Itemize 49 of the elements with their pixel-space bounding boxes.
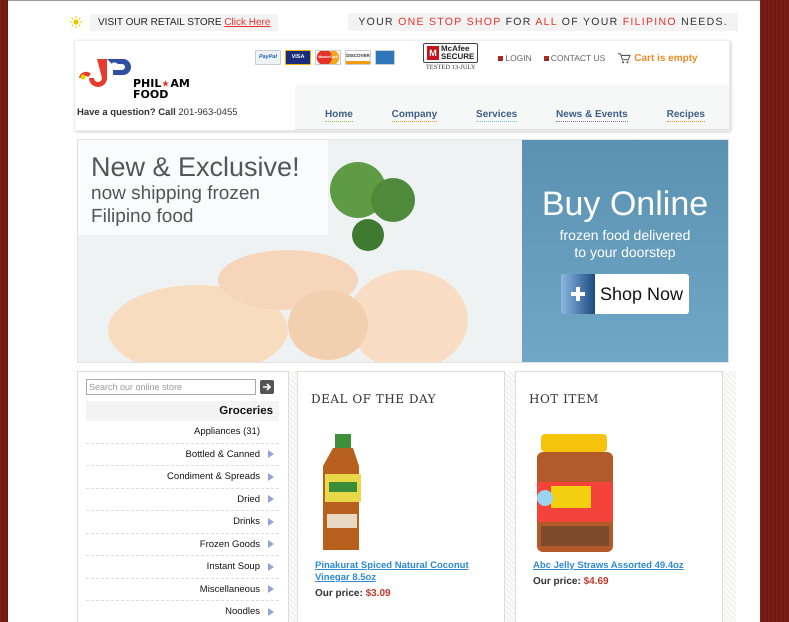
nav-link[interactable]: Services xyxy=(476,109,518,122)
nav-link[interactable]: News & Events xyxy=(556,109,628,122)
promo-text: frozen food delivered to your doorstep xyxy=(558,227,692,261)
panel-title: DEAL OF THE DAY xyxy=(311,392,438,406)
promo-title: Buy Online xyxy=(540,185,710,223)
sun-icon xyxy=(70,16,82,28)
plus-icon xyxy=(570,287,585,301)
triangle-icon xyxy=(268,562,274,571)
category-item[interactable]: Frozen Goods xyxy=(86,534,279,556)
amex-card-icon xyxy=(375,50,395,65)
phone-question: Have a question? Call 201-963-0455 xyxy=(77,107,239,118)
triangle-icon xyxy=(268,608,274,616)
banner-headline: New & Exclusive! xyxy=(91,152,301,182)
category-item[interactable]: Noodles xyxy=(86,601,279,622)
logo-text: PHIL AM FOOD xyxy=(133,78,190,100)
header-link[interactable]: CONTACT US xyxy=(544,53,606,63)
star-icon xyxy=(162,80,170,87)
triangle-icon xyxy=(268,450,274,458)
header-link[interactable]: LOGIN xyxy=(498,53,532,63)
arrow-icon xyxy=(262,382,272,392)
triangle-icon xyxy=(268,540,274,548)
product-price: Our price: $4.69 xyxy=(533,576,610,587)
category-item[interactable]: Instant Soup xyxy=(86,556,279,578)
category-item[interactable]: Dried xyxy=(86,488,279,511)
category-item[interactable]: Miscellaneous xyxy=(86,578,279,601)
banner-subline: now shipping frozen Filipino food xyxy=(91,182,261,228)
product-price: Our price: $3.09 xyxy=(315,588,392,599)
category-item[interactable]: Drinks xyxy=(86,511,279,534)
nav-link[interactable]: Home xyxy=(325,109,353,122)
search-submit-button[interactable] xyxy=(260,380,274,394)
category-item[interactable]: Appliances (31) xyxy=(86,421,279,444)
category-heading: Groceries xyxy=(86,401,279,421)
product-link[interactable]: Pinakurat Spiced Natural Coconut Vinegar 8.5oz xyxy=(315,560,494,584)
nav-link[interactable]: Company xyxy=(392,109,438,122)
triangle-icon xyxy=(268,495,274,504)
nav-link[interactable]: Recipes xyxy=(666,109,705,122)
cart-icon[interactable] xyxy=(617,52,632,64)
shop-now-button[interactable]: Shop Now xyxy=(560,274,690,314)
panel-title: HOT ITEM xyxy=(529,392,600,406)
click-here-link[interactable]: Click Here xyxy=(224,16,270,28)
triangle-icon xyxy=(268,518,274,526)
search-field[interactable]: Search our online store xyxy=(86,379,256,395)
triangle-icon xyxy=(268,472,274,481)
product-link[interactable]: Abc Jelly Straws Assorted 49.4oz xyxy=(533,560,712,572)
category-item[interactable]: Condiment & Spreads xyxy=(86,466,279,488)
tagline: YOUR ONE STOP SHOP FOR ALL OF YOUR FILIPINO NEEDS. xyxy=(348,13,738,31)
triangle-icon xyxy=(268,585,274,594)
category-item[interactable]: Bottled & Canned xyxy=(86,444,279,466)
store-text: VISIT OUR RETAIL STORE xyxy=(98,16,222,28)
